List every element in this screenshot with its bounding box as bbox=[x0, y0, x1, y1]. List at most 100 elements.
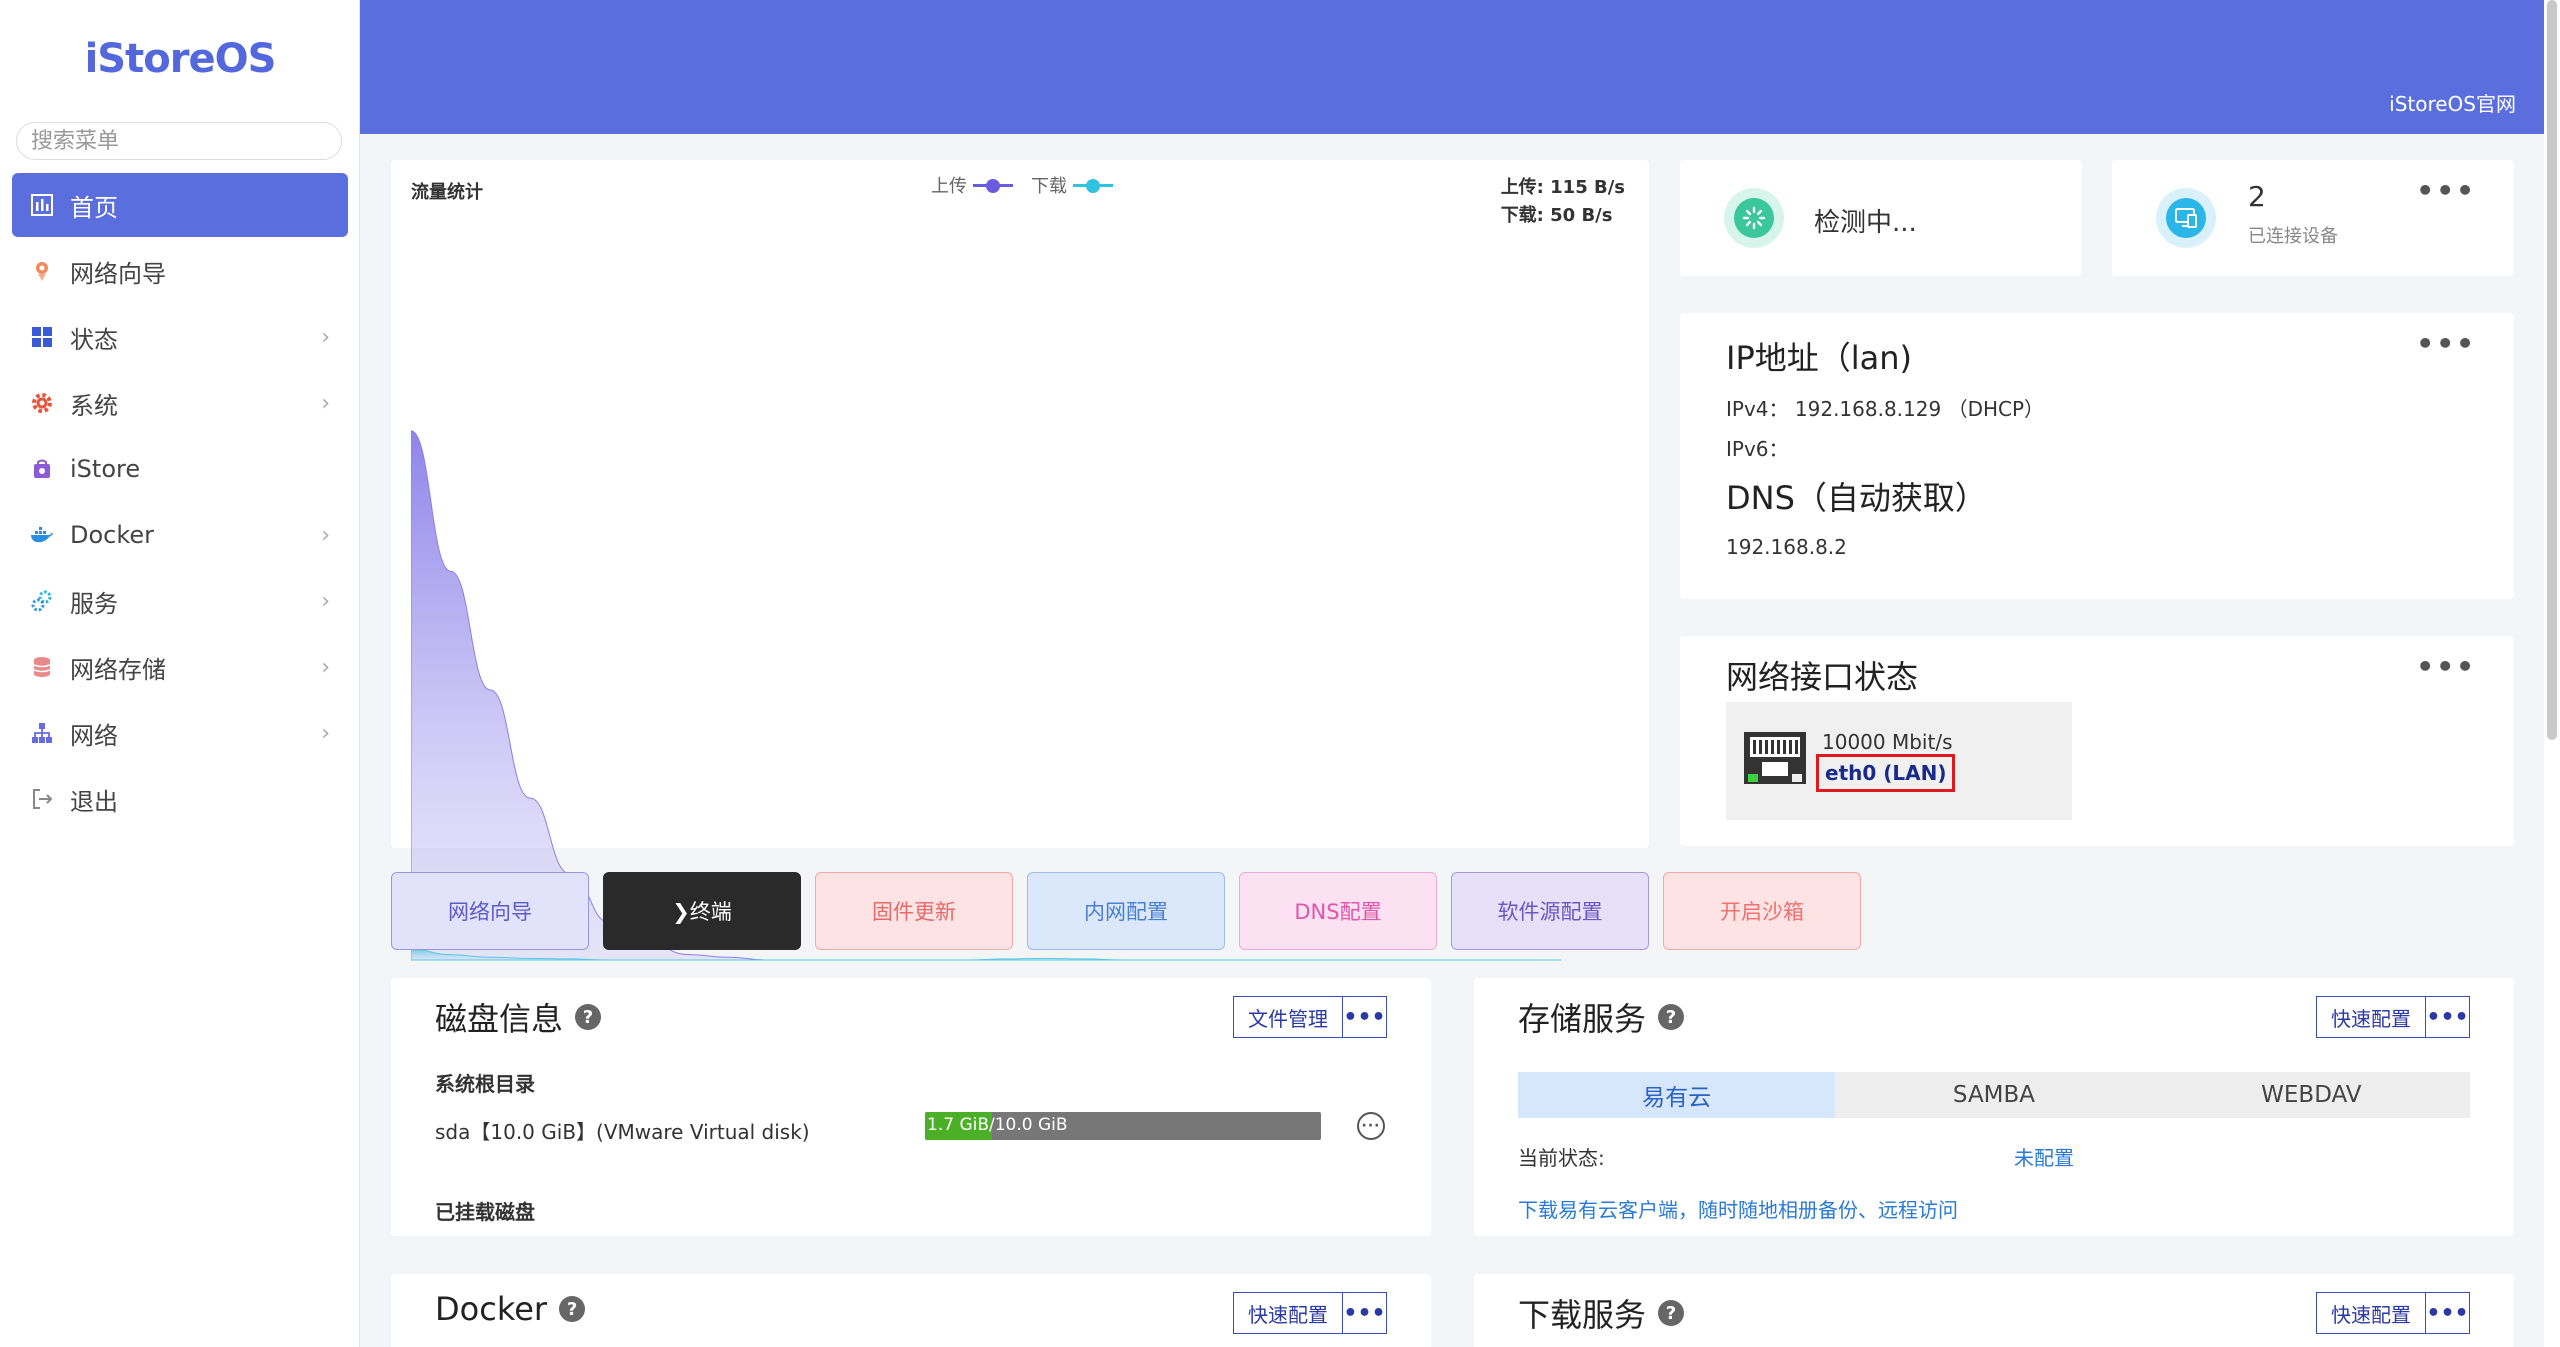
scrollbar-thumb[interactable] bbox=[2547, 0, 2557, 740]
official-site-link[interactable]: iStoreOS官网 bbox=[2389, 88, 2516, 117]
disk-usage-bar: 1.7 GiB/10.0 GiB bbox=[925, 1112, 1321, 1140]
upload-rate: 上传: 115 B/s bbox=[1500, 177, 1625, 198]
quick-button-4[interactable]: DNS配置 bbox=[1239, 872, 1437, 950]
sidebar-item-home[interactable]: 首页 bbox=[12, 173, 348, 237]
disk-title-row: 磁盘信息 ? bbox=[435, 994, 602, 1040]
sidebar-item-docker[interactable]: Docker › bbox=[12, 503, 348, 567]
sidebar-item-label: 网络存储 bbox=[70, 655, 166, 684]
sidebar-item-label: 首页 bbox=[70, 193, 118, 222]
sidebar-item-label: 系统 bbox=[70, 391, 118, 420]
tab-yiyouyun[interactable]: 易有云 bbox=[1518, 1072, 1836, 1118]
docker-icon bbox=[30, 523, 54, 547]
storage-title: 存储服务 bbox=[1518, 1000, 1647, 1038]
help-icon[interactable]: ? bbox=[1658, 1004, 1685, 1030]
legend-download[interactable]: 下载 bbox=[1031, 172, 1113, 198]
device-count: 2 bbox=[2248, 180, 2266, 213]
docker-title: Docker bbox=[435, 1290, 548, 1328]
quick-button-0[interactable]: 网络向导 bbox=[391, 872, 589, 950]
tab-webdav[interactable]: WEBDAV bbox=[2153, 1072, 2470, 1118]
tab-samba[interactable]: SAMBA bbox=[1835, 1072, 2152, 1118]
legend-upload[interactable]: 上传 bbox=[931, 172, 1013, 198]
dns-value: 192.168.8.2 bbox=[1726, 535, 1847, 559]
dns-title: DNS（自动获取） bbox=[1726, 479, 1987, 517]
grid-icon bbox=[30, 325, 54, 349]
quick-button-6[interactable]: 开启沙箱 bbox=[1663, 872, 1861, 950]
chevron-right-icon: › bbox=[321, 522, 330, 548]
help-icon[interactable]: ? bbox=[559, 1296, 586, 1322]
legend-download-label: 下载 bbox=[1031, 176, 1067, 197]
download-client-link[interactable]: 下载易有云客户端，随时随地相册备份、远程访问 bbox=[1518, 1194, 1958, 1223]
ipv4-value: 192.168.8.129 （DHCP） bbox=[1794, 397, 2045, 421]
quick-button-2[interactable]: 固件更新 bbox=[815, 872, 1013, 950]
more-options-icon[interactable]: ••• bbox=[2416, 327, 2476, 360]
more-options-button[interactable]: ••• bbox=[2426, 1292, 2470, 1334]
ip-address-card: IP地址（lan) ••• IPv4： 192.168.8.129 （DHCP）… bbox=[1680, 313, 2514, 599]
ipv4-row: IPv4： 192.168.8.129 （DHCP） bbox=[1726, 393, 2044, 422]
sidebar-item-label: 网络 bbox=[70, 721, 118, 750]
logo: iStoreOS bbox=[84, 36, 277, 82]
download-rate: 下载: 50 B/s bbox=[1500, 205, 1613, 226]
sidebar-item-network[interactable]: 网络 › bbox=[12, 701, 348, 765]
file-manager-button[interactable]: 文件管理 bbox=[1233, 996, 1343, 1038]
traffic-stats-card: 流量统计 上传 下载 上传: 115 B/s 下载: 50 B/s bbox=[391, 160, 1649, 961]
help-icon[interactable]: ? bbox=[1658, 1300, 1685, 1326]
chevron-right-icon: › bbox=[321, 720, 330, 746]
more-options-button[interactable]: ••• bbox=[1343, 1292, 1387, 1334]
storage-tabs: 易有云 SAMBA WEBDAV bbox=[1518, 1072, 2470, 1118]
sidebar-item-label: 服务 bbox=[70, 589, 118, 618]
dashboard-icon bbox=[30, 193, 54, 217]
quick-button-5[interactable]: 软件源配置 bbox=[1451, 872, 1649, 950]
more-options-button[interactable]: ••• bbox=[2426, 996, 2470, 1038]
disk-more-icon[interactable]: ··· bbox=[1357, 1112, 1385, 1140]
quick-config-button[interactable]: 快速配置 bbox=[2316, 996, 2426, 1038]
ipv4-label: IPv4： bbox=[1726, 397, 1789, 421]
sidebar-item-label: iStore bbox=[70, 455, 141, 483]
sidebar-item-label: Docker bbox=[70, 521, 155, 549]
quick-button-1[interactable]: ❯终端 bbox=[603, 872, 801, 950]
download-title: 下载服务 bbox=[1518, 1296, 1647, 1334]
sidebar-item-network-wizard[interactable]: 网络向导 bbox=[12, 239, 348, 303]
quick-config-button[interactable]: 快速配置 bbox=[1233, 1292, 1343, 1334]
disk-info-card: 磁盘信息 ? 文件管理 ••• 系统根目录 sda【10.0 GiB】(VMwa… bbox=[391, 978, 1431, 1236]
docker-card: Docker ? 快速配置 ••• bbox=[391, 1274, 1431, 1347]
interface-name: eth0 (LAN) bbox=[1816, 754, 1956, 792]
sidebar-item-status[interactable]: 状态 › bbox=[12, 305, 348, 369]
docker-actions: 快速配置 ••• bbox=[1233, 1292, 1387, 1334]
storage-service-card: 存储服务 ? 快速配置 ••• 易有云 SAMBA WEBDAV 当前状态: 未… bbox=[1474, 978, 2514, 1236]
disk-actions: 文件管理 ••• bbox=[1233, 996, 1387, 1038]
root-dir-label: 系统根目录 bbox=[435, 1072, 535, 1096]
search-input[interactable] bbox=[16, 122, 342, 160]
sidebar-item-label: 网络向导 bbox=[70, 259, 166, 288]
more-options-icon[interactable]: ••• bbox=[2416, 174, 2476, 207]
chevron-right-icon: › bbox=[321, 654, 330, 680]
devices-card: 2 已连接设备 ••• bbox=[2112, 160, 2514, 276]
sidebar-item-istore[interactable]: iStore bbox=[12, 437, 348, 501]
disk-line: sda【10.0 GiB】(VMware Virtual disk) bbox=[435, 1120, 810, 1144]
page-scrollbar[interactable] bbox=[2544, 0, 2560, 1347]
chart-legend: 上传 下载 bbox=[931, 172, 1131, 198]
sidebar-item-logout[interactable]: 退出 bbox=[12, 767, 348, 831]
legend-upload-label: 上传 bbox=[931, 176, 967, 197]
legend-upload-marker bbox=[973, 179, 1013, 193]
download-title-row: 下载服务 ? bbox=[1518, 1290, 1685, 1336]
traffic-chart bbox=[411, 430, 1561, 961]
sidebar-item-services[interactable]: 服务 › bbox=[12, 569, 348, 633]
sidebar-item-label: 退出 bbox=[70, 787, 118, 816]
legend-download-marker bbox=[1073, 179, 1113, 193]
quick-button-3[interactable]: 内网配置 bbox=[1027, 872, 1225, 950]
sidebar-nav: 首页 网络向导 状态 › 系统 › iStore Docker › 服务 › 网… bbox=[12, 173, 348, 833]
mounted-disk-label: 已挂载磁盘 bbox=[435, 1200, 535, 1224]
interface-eth0[interactable]: 10000 Mbit/s eth0 (LAN) bbox=[1726, 702, 2072, 820]
sidebar-item-system[interactable]: 系统 › bbox=[12, 371, 348, 435]
chevron-right-icon: › bbox=[321, 324, 330, 350]
ethernet-port-icon bbox=[1744, 732, 1806, 784]
more-options-icon[interactable]: ••• bbox=[2416, 650, 2476, 683]
help-icon[interactable]: ? bbox=[575, 1004, 602, 1030]
sidebar-item-network-storage[interactable]: 网络存储 › bbox=[12, 635, 348, 699]
more-options-button[interactable]: ••• bbox=[1343, 996, 1387, 1038]
internet-status-card: 检测中... bbox=[1680, 160, 2082, 276]
top-header: iStoreOS官网 bbox=[360, 0, 2560, 134]
status-value[interactable]: 未配置 bbox=[2014, 1142, 2074, 1171]
sidebar: iStoreOS 首页 网络向导 状态 › 系统 › bbox=[0, 0, 360, 1347]
quick-config-button[interactable]: 快速配置 bbox=[2316, 1292, 2426, 1334]
